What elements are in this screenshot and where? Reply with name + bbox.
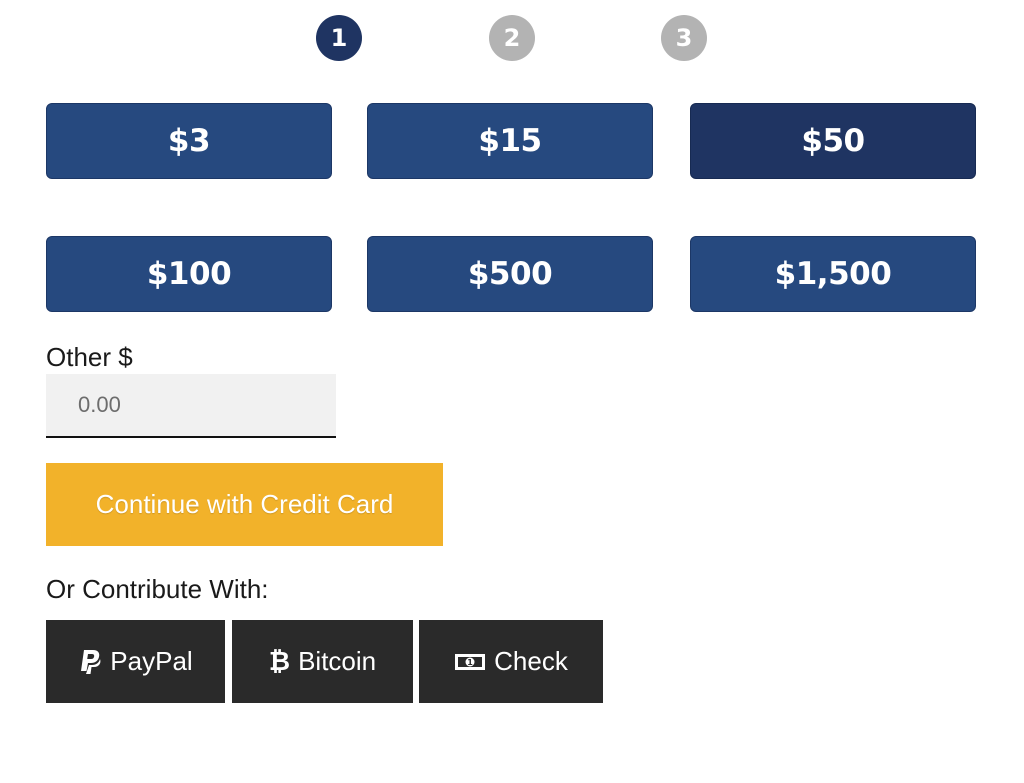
bitcoin-button[interactable]: ₿ Bitcoin bbox=[232, 620, 413, 703]
step-2: 2 bbox=[489, 15, 535, 61]
amount-button-1500[interactable]: $1,500 bbox=[690, 236, 976, 312]
check-icon: 1 bbox=[454, 652, 486, 672]
step-1: 1 bbox=[316, 15, 362, 61]
amount-button-15[interactable]: $15 bbox=[367, 103, 653, 179]
other-amount-input[interactable] bbox=[46, 374, 336, 438]
step-3: 3 bbox=[661, 15, 707, 61]
step-indicator: 1 2 3 bbox=[0, 14, 1024, 62]
svg-text:1: 1 bbox=[467, 658, 473, 667]
amount-button-500[interactable]: $500 bbox=[367, 236, 653, 312]
continue-credit-card-button[interactable]: Continue with Credit Card bbox=[46, 463, 443, 546]
check-button[interactable]: 1 Check bbox=[419, 620, 603, 703]
check-label: Check bbox=[494, 646, 568, 676]
amount-button-100[interactable]: $100 bbox=[46, 236, 332, 312]
paypal-label: PayPal bbox=[110, 646, 193, 676]
amount-button-3[interactable]: $3 bbox=[46, 103, 332, 179]
bitcoin-icon: ₿ bbox=[268, 647, 291, 677]
other-amount-label: Other $ bbox=[46, 342, 133, 372]
contribute-with-label: Or Contribute With: bbox=[46, 574, 269, 604]
paypal-button[interactable]: PayPal bbox=[46, 620, 225, 703]
bitcoin-label: Bitcoin bbox=[298, 646, 377, 676]
amount-button-50[interactable]: $50 bbox=[690, 103, 976, 179]
donation-form: 1 2 3 $3 $15 $50 $100 $500 $1,500 Other … bbox=[0, 0, 1024, 783]
paypal-icon bbox=[78, 649, 102, 675]
